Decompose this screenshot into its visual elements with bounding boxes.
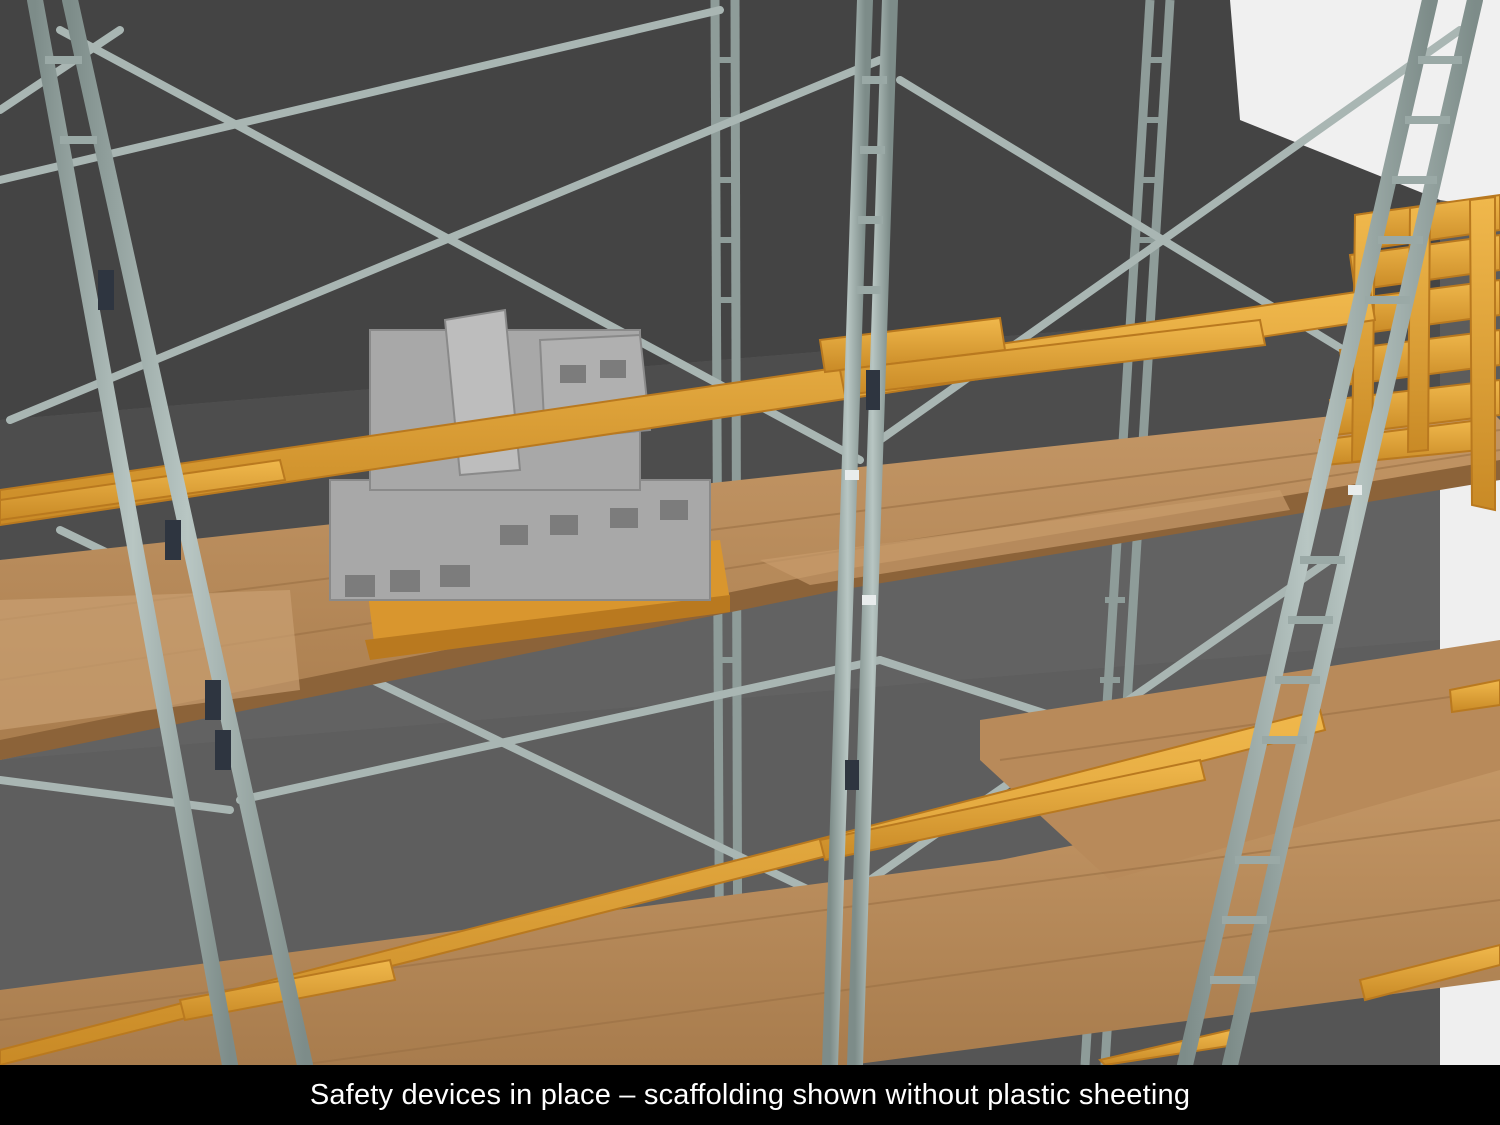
scaffolding-render [0, 0, 1500, 1065]
caption-bar: Safety devices in place – scaffolding sh… [0, 1065, 1500, 1125]
scaffolding-illustration [0, 0, 1500, 1065]
caption-text: Safety devices in place – scaffolding sh… [309, 1078, 1191, 1111]
